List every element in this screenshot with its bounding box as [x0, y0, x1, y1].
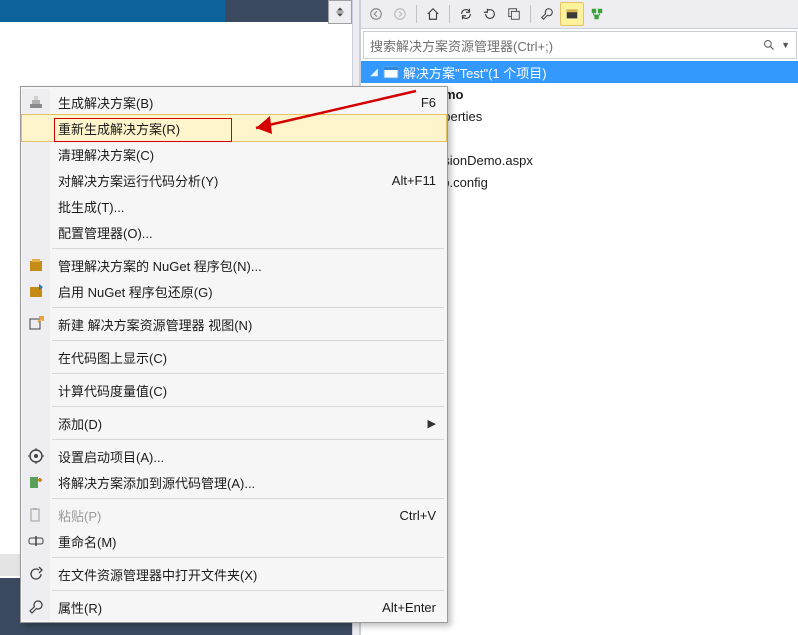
context-menu-item-label: 清理解决方案(C): [58, 145, 436, 164]
solution-explorer-search[interactable]: 搜索解决方案资源管理器(Ctrl+;) ▼: [363, 31, 797, 59]
context-menu-item[interactable]: 将解决方案添加到源代码管理(A)...: [22, 469, 446, 495]
context-menu-item-label: 管理解决方案的 NuGet 程序包(N)...: [58, 256, 436, 275]
context-menu-item[interactable]: 在文件资源管理器中打开文件夹(X): [22, 561, 446, 587]
context-menu-separator: [52, 406, 444, 407]
context-menu-item[interactable]: 管理解决方案的 NuGet 程序包(N)...: [22, 252, 446, 278]
show-all-files-button[interactable]: [560, 2, 584, 26]
context-menu-item[interactable]: 对解决方案运行代码分析(Y)Alt+F11: [22, 167, 446, 193]
context-menu-item-label: 对解决方案运行代码分析(Y): [58, 171, 392, 190]
context-menu-item[interactable]: 属性(R)Alt+Enter: [22, 594, 446, 620]
context-menu-item[interactable]: 重新生成解决方案(R): [22, 115, 446, 141]
context-menu-item-label: 粘贴(P): [58, 506, 400, 525]
context-menu-item-label: 属性(R): [58, 598, 382, 617]
refresh-icon: [483, 7, 497, 21]
properties-button[interactable]: [536, 3, 558, 25]
tree-label: 解决方案"Test"(1 个项目): [403, 63, 547, 82]
context-menu-item-label: 将解决方案添加到源代码管理(A)...: [58, 473, 436, 492]
properties-icon: [26, 597, 46, 617]
context-menu-item[interactable]: 新建 解决方案资源管理器 视图(N): [22, 311, 446, 337]
back-button[interactable]: [365, 3, 387, 25]
context-menu-item[interactable]: 清理解决方案(C): [22, 141, 446, 167]
context-menu-item-shortcut: Ctrl+V: [400, 508, 436, 523]
context-menu-item-label: 批生成(T)...: [58, 197, 436, 216]
showall-icon: [565, 7, 579, 21]
sync-icon: [459, 7, 473, 21]
toolbar-divider: [449, 5, 450, 23]
build-icon: [26, 92, 46, 112]
context-menu-items: 生成解决方案(B)F6 重新生成解决方案(R) 清理解决方案(C) 对解决方案运行代码…: [22, 89, 446, 620]
context-menu-item-label: 生成解决方案(B): [58, 93, 421, 112]
newview-icon: [26, 314, 46, 334]
context-menu-item-label: 计算代码度量值(C): [58, 381, 436, 400]
context-menu-item-label: 在文件资源管理器中打开文件夹(X): [58, 565, 436, 584]
context-menu-item[interactable]: 生成解决方案(B)F6: [22, 89, 446, 115]
scc-icon: [26, 472, 46, 492]
context-menu-item-label: 配置管理器(O)...: [58, 223, 436, 242]
context-menu-item-shortcut: Alt+F11: [392, 173, 436, 188]
openfolder-icon: [26, 564, 46, 584]
restore-icon: [26, 281, 46, 301]
split-icon: [334, 6, 346, 18]
search-icon: [763, 39, 775, 51]
home-icon: [426, 7, 440, 21]
context-menu-item-label: 设置启动项目(A)...: [58, 447, 436, 466]
chevron-down-icon[interactable]: ▼: [781, 40, 790, 50]
context-menu-separator: [52, 340, 444, 341]
context-menu-item[interactable]: 批生成(T)...: [22, 193, 446, 219]
context-menu-item[interactable]: 添加(D)▶: [22, 410, 446, 436]
context-menu-separator: [52, 373, 444, 374]
context-menu-separator: [52, 557, 444, 558]
paste-icon: [26, 505, 46, 525]
startup-icon: [26, 446, 46, 466]
tree-solution-node[interactable]: ◢ 解决方案"Test"(1 个项目): [361, 61, 798, 83]
context-menu-item: 粘贴(P)Ctrl+V: [22, 502, 446, 528]
context-menu-item[interactable]: 在代码图上显示(C): [22, 344, 446, 370]
split-toggle-button[interactable]: [328, 0, 352, 24]
submenu-arrow-icon: ▶: [418, 417, 436, 430]
context-menu-separator: [52, 439, 444, 440]
context-menu-item-shortcut: F6: [421, 95, 436, 110]
view-class-button[interactable]: [586, 3, 608, 25]
context-menu-item[interactable]: 重命名(M): [22, 528, 446, 554]
context-menu-item[interactable]: 配置管理器(O)...: [22, 219, 446, 245]
wrench-icon: [540, 7, 554, 21]
collapse-all-button[interactable]: [503, 3, 525, 25]
forward-button[interactable]: [389, 3, 411, 25]
context-menu-item-label: 添加(D): [58, 414, 418, 433]
context-menu-item[interactable]: 设置启动项目(A)...: [22, 443, 446, 469]
nuget-icon: [26, 255, 46, 275]
toolbar-divider: [530, 5, 531, 23]
back-icon: [369, 7, 383, 21]
search-placeholder-text: 搜索解决方案资源管理器(Ctrl+;): [370, 36, 553, 55]
rename-icon: [26, 531, 46, 551]
context-menu-item[interactable]: 计算代码度量值(C): [22, 377, 446, 403]
home-button[interactable]: [422, 3, 444, 25]
context-menu-item-label: 重命名(M): [58, 532, 436, 551]
toolbar-divider: [416, 5, 417, 23]
context-menu-item-label: 重新生成解决方案(R): [58, 119, 436, 138]
context-menu-separator: [52, 248, 444, 249]
search-controls: ▼: [763, 39, 790, 51]
context-menu-separator: [52, 307, 444, 308]
context-menu-item[interactable]: 启用 NuGet 程序包还原(G): [22, 278, 446, 304]
editor-active-tab[interactable]: [0, 0, 225, 22]
context-menu-item-label: 新建 解决方案资源管理器 视图(N): [58, 315, 436, 334]
context-menu-item-shortcut: Alt+Enter: [382, 600, 436, 615]
expand-icon[interactable]: ◢: [367, 67, 381, 78]
collapse-icon: [507, 7, 521, 21]
sync-button[interactable]: [455, 3, 477, 25]
forward-icon: [393, 7, 407, 21]
context-menu-separator: [52, 590, 444, 591]
context-menu-item-label: 在代码图上显示(C): [58, 348, 436, 367]
solution-explorer-toolbar: [361, 0, 798, 29]
refresh-button[interactable]: [479, 3, 501, 25]
context-menu-separator: [52, 498, 444, 499]
context-menu: 生成解决方案(B)F6 重新生成解决方案(R) 清理解决方案(C) 对解决方案运行代码…: [20, 86, 448, 623]
class-icon: [590, 7, 604, 21]
solution-icon: [383, 64, 399, 80]
context-menu-item-label: 启用 NuGet 程序包还原(G): [58, 282, 436, 301]
